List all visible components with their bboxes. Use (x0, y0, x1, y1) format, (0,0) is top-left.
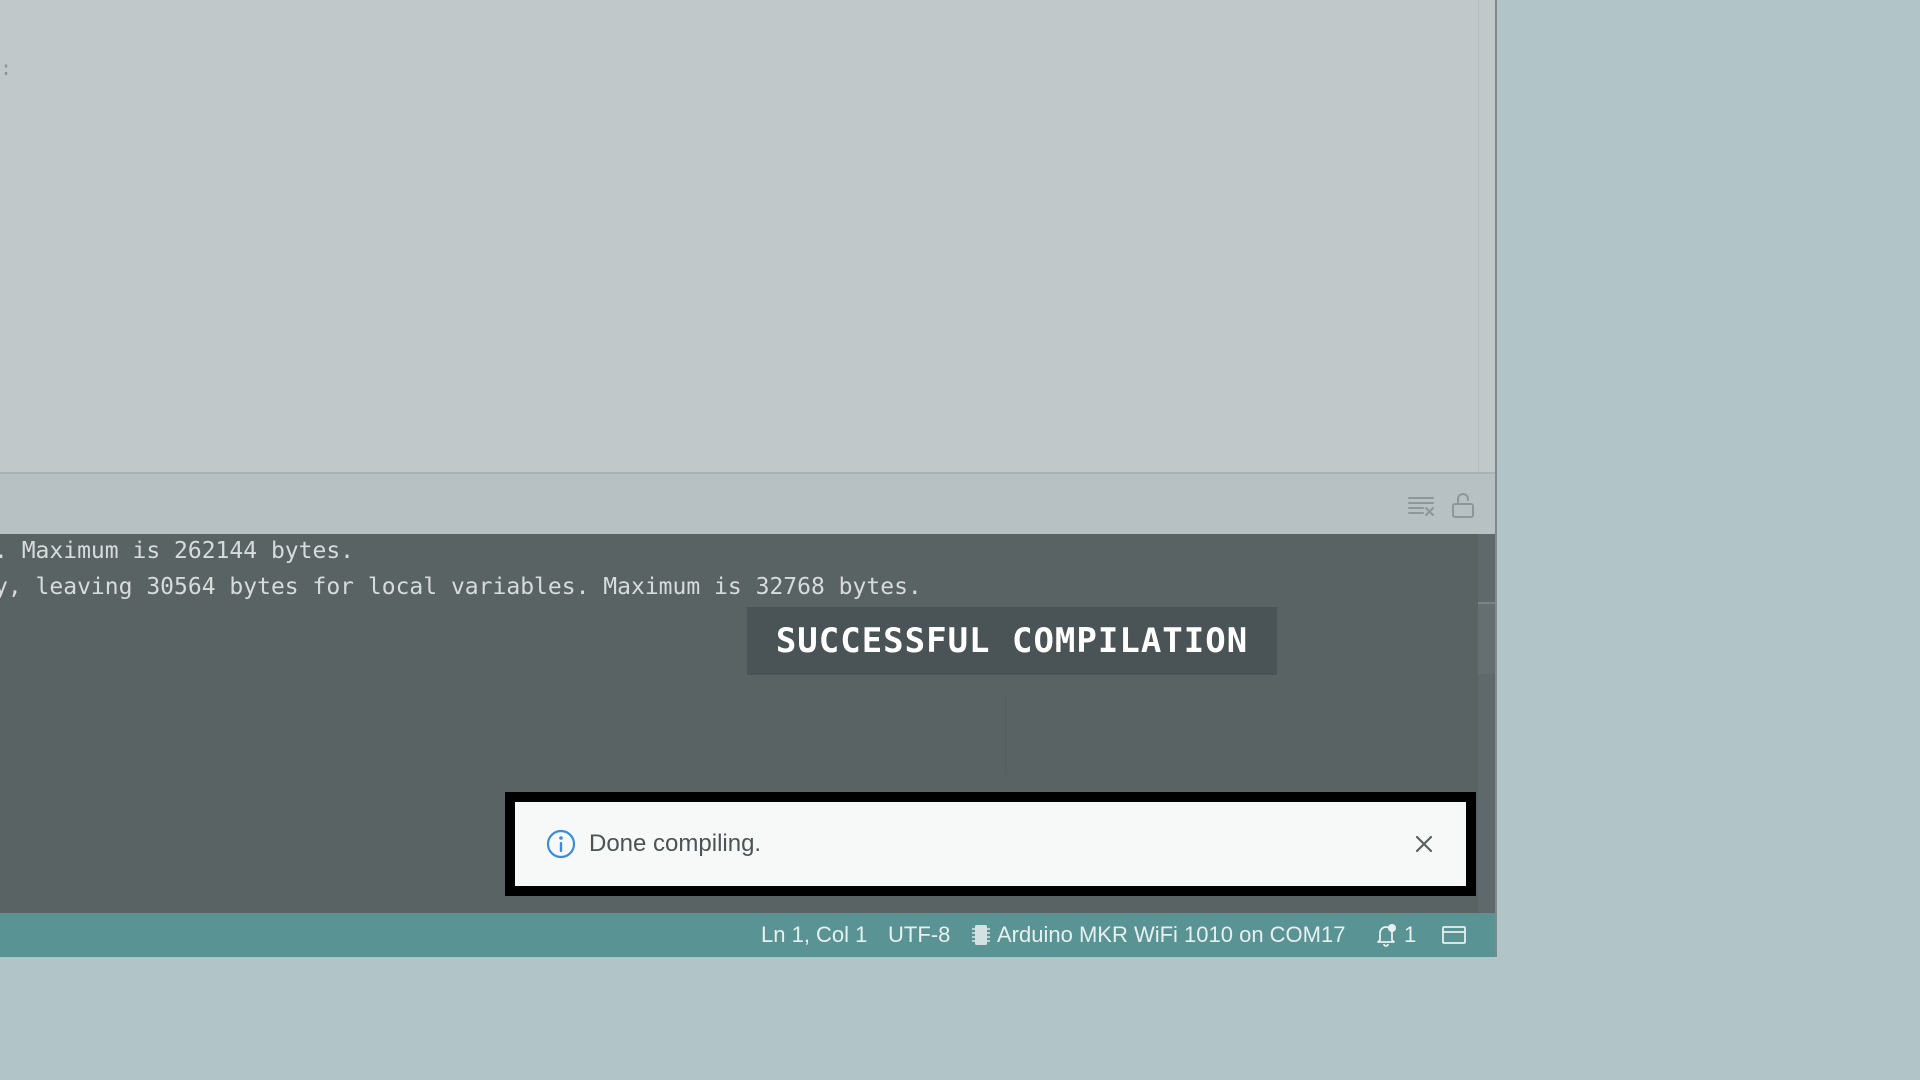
notification-highlight-frame: Done compiling. (505, 792, 1476, 896)
editor-text-fragment: : (0, 56, 13, 80)
arduino-ide-window: : . Maximum is 262144 bytes. y, leaving … (0, 0, 1497, 957)
caption-text: SUCCESSFUL COMPILATION (775, 621, 1249, 661)
console-line: y, leaving 30564 bytes for local variabl… (0, 574, 922, 600)
info-icon (545, 828, 577, 860)
code-editor[interactable]: : (0, 0, 1478, 472)
bell-icon (1374, 922, 1398, 948)
output-panel-toolbar (0, 474, 1495, 534)
scroll-lock-icon[interactable] (1448, 490, 1478, 520)
faint-divider (1005, 693, 1006, 773)
board-chip-icon (971, 923, 991, 947)
console-scrollbar[interactable] (1478, 534, 1495, 913)
console-scroll-thumb[interactable] (1478, 602, 1495, 674)
close-icon[interactable] (1408, 828, 1440, 860)
notification-toast: Done compiling. (515, 802, 1466, 886)
encoding[interactable]: UTF-8 (888, 913, 950, 957)
window-edge (1495, 0, 1497, 957)
toggle-panel-icon[interactable] (1441, 913, 1467, 957)
status-bar: Ln 1, Col 1 UTF-8 Arduino MKR WiFi 1010 … (0, 913, 1497, 957)
board-selector[interactable]: Arduino MKR WiFi 1010 on COM17 (971, 913, 1345, 957)
notification-count: 1 (1404, 922, 1417, 947)
console-line: . Maximum is 262144 bytes. (0, 538, 355, 564)
notifications-button[interactable]: 1 (1374, 913, 1416, 957)
clear-output-icon[interactable] (1406, 490, 1436, 520)
board-name: Arduino MKR WiFi 1010 on COM17 (997, 922, 1346, 947)
caption-banner: SUCCESSFUL COMPILATION (747, 607, 1277, 675)
cursor-position[interactable]: Ln 1, Col 1 (761, 913, 867, 957)
notification-message: Done compiling. (589, 830, 762, 857)
